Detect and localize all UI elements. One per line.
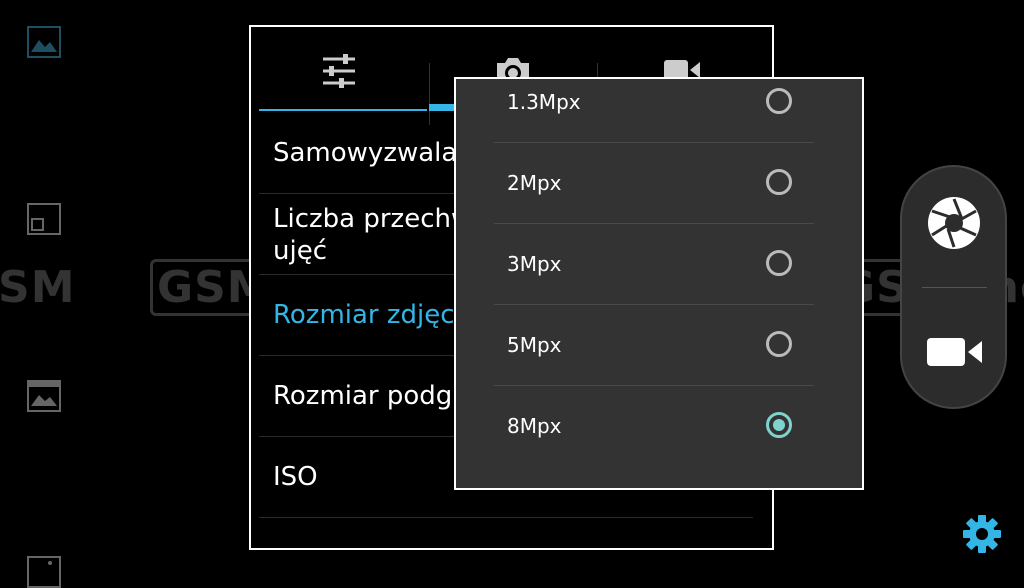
option-label: 3Mpx — [507, 252, 562, 276]
option-label: 8Mpx — [507, 414, 562, 438]
radio-button[interactable] — [766, 88, 792, 114]
option-5mpx[interactable]: 5Mpx — [494, 305, 814, 386]
gear-icon — [963, 515, 1001, 553]
radio-button-selected[interactable] — [766, 412, 792, 438]
panorama-icon[interactable] — [27, 380, 61, 412]
settings-button[interactable] — [962, 514, 1002, 554]
radio-button[interactable] — [766, 169, 792, 195]
thumbnail-icon[interactable] — [27, 203, 61, 235]
active-tab-indicator — [429, 104, 457, 111]
video-camera-icon — [927, 338, 982, 366]
aperture-icon — [928, 197, 980, 249]
watermark-text: SM — [0, 262, 76, 313]
option-label: 5Mpx — [507, 333, 562, 357]
gallery-image-icon[interactable] — [27, 26, 61, 58]
option-label: 1.3Mpx — [507, 90, 581, 114]
option-2mpx[interactable]: 2Mpx — [494, 143, 814, 224]
option-label: 2Mpx — [507, 171, 562, 195]
radio-button[interactable] — [766, 250, 792, 276]
capture-panel — [900, 165, 1007, 409]
option-3mpx[interactable]: 3Mpx — [494, 224, 814, 305]
panel-divider — [922, 287, 987, 288]
picture-size-popup: 1.3Mpx 2Mpx 3Mpx 5Mpx 8Mpx — [454, 77, 864, 490]
active-tab-indicator — [259, 109, 427, 111]
effects-icon[interactable] — [27, 556, 61, 588]
video-mode-button[interactable] — [926, 335, 984, 369]
option-8mpx[interactable]: 8Mpx — [494, 386, 814, 467]
shutter-button[interactable] — [926, 195, 982, 251]
radio-button[interactable] — [766, 331, 792, 357]
option-1-3mpx[interactable]: 1.3Mpx — [494, 79, 814, 143]
sliders-icon — [323, 54, 355, 88]
